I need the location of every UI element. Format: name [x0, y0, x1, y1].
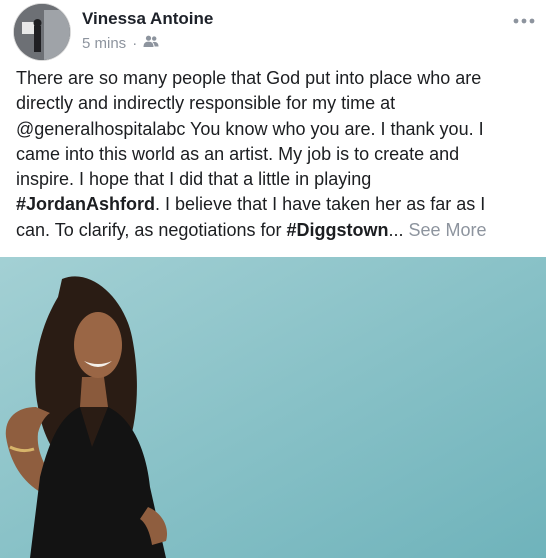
friends-icon[interactable] — [143, 35, 159, 52]
post-time[interactable]: 5 mins — [82, 35, 126, 52]
post-line-text: can. To clarify, as negotiations for — [16, 219, 287, 240]
post-line: directly and indirectly responsible for … — [16, 93, 396, 114]
post-meta: 5 mins · — [82, 35, 159, 52]
see-more-link[interactable]: See More — [409, 220, 487, 240]
post-line: #JordanAshford. I believe that I have ta… — [16, 192, 538, 217]
post-line-text: . I believe that I have taken her as far… — [155, 194, 486, 215]
hashtag-diggstown[interactable]: #Diggstown — [286, 220, 388, 240]
avatar[interactable] — [14, 4, 70, 60]
more-options-icon[interactable] — [512, 14, 536, 28]
author-name[interactable]: Vinessa Antoine — [82, 9, 213, 29]
post-photo[interactable] — [0, 257, 546, 558]
photo-illustration — [0, 257, 546, 558]
post-line: inspire. I hope that I did that a little… — [16, 169, 372, 190]
post-header: Vinessa Antoine 5 mins · — [0, 0, 546, 66]
post-body: There are so many people that God put in… — [16, 66, 538, 243]
ellipsis: ... — [388, 219, 404, 240]
meta-separator: · — [132, 35, 138, 52]
post-line: @generalhospitalabc You know who you are… — [16, 118, 484, 139]
post-line: There are so many people that God put in… — [16, 68, 482, 88]
post-line: came into this world as an artist. My jo… — [16, 143, 460, 164]
post-line: can. To clarify, as negotiations for #Di… — [16, 218, 538, 243]
hashtag-jordanashford[interactable]: #JordanAshford — [16, 194, 155, 214]
